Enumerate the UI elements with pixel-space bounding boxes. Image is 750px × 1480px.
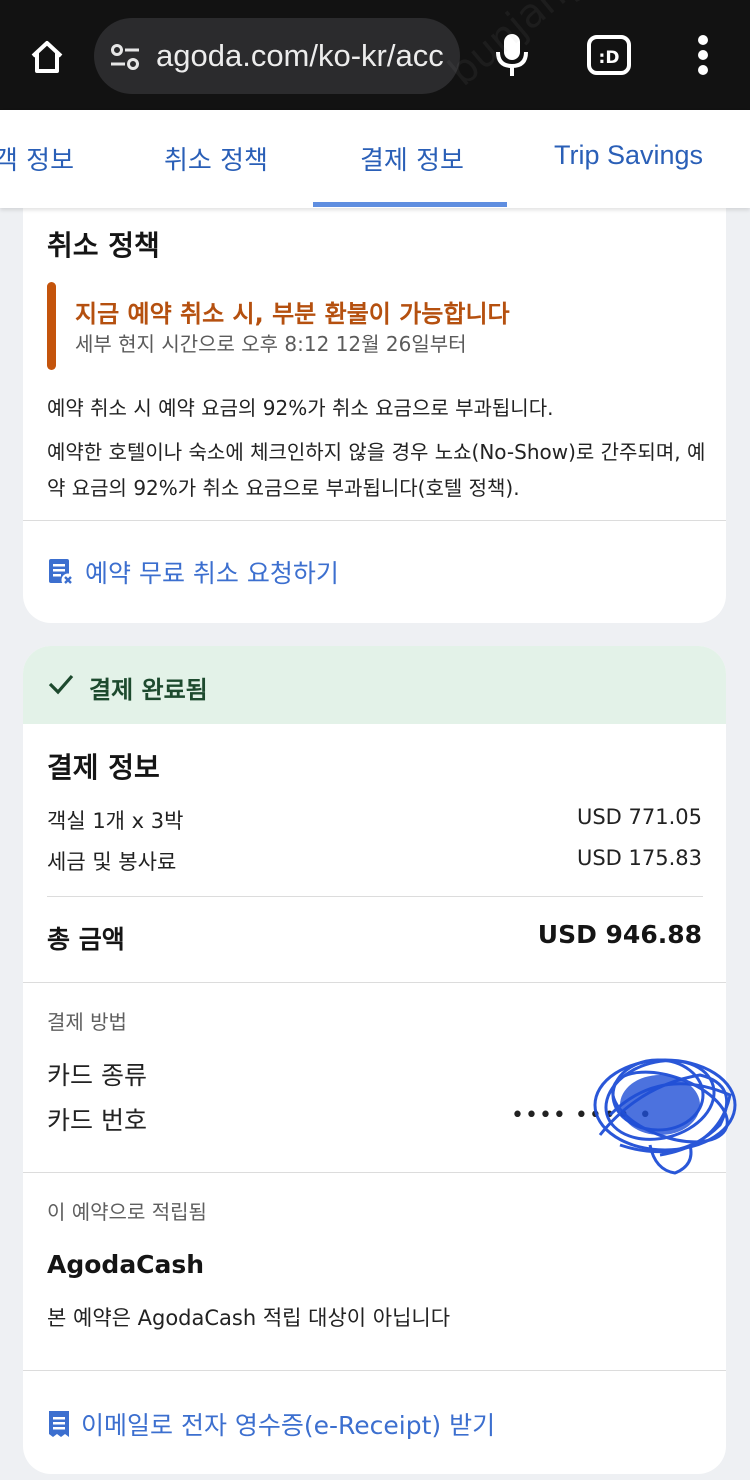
more-vert-icon[interactable]: [686, 32, 720, 78]
tab-payment-info[interactable]: 결제 정보: [360, 140, 464, 177]
total-label: 총 금액: [47, 925, 125, 954]
page-info-icon[interactable]: [108, 40, 142, 74]
room-nights-label: 객실 1개 x 3박: [47, 809, 184, 833]
divider: [23, 982, 726, 983]
active-tab-indicator: [313, 202, 507, 207]
card-number-label: 카드 번호: [47, 1106, 147, 1135]
divider: [23, 1370, 726, 1371]
divider: [47, 896, 703, 897]
cancellation-policy-card: 취소 정책 지금 예약 취소 시, 부분 환불이 가능합니다 세부 현지 시간으…: [23, 190, 726, 623]
tab-switcher-icon[interactable]: :D: [586, 34, 632, 76]
free-cancel-request-link[interactable]: 예약 무료 취소 요청하기: [47, 554, 339, 590]
section-tab-bar: 객 정보 취소 정책 결제 정보 Trip Savings: [0, 110, 750, 208]
payment-status-banner: 결제 완료됨: [23, 646, 726, 724]
redaction-scribble: [593, 1058, 737, 1175]
address-bar[interactable]: agoda.com/ko-kr/acc: [94, 18, 460, 94]
browser-toolbar: agoda.com/ko-kr/acc :D: [0, 0, 750, 110]
refund-notice-date: 세부 현지 시간으로 오후 8:12 12월 26일부터: [75, 332, 467, 356]
check-icon: [48, 674, 74, 695]
cancellation-title: 취소 정책: [47, 229, 160, 262]
no-show-policy-text: 예약한 호텔이나 숙소에 체크인하지 않을 경우 노쇼(No-Show)로 간주…: [47, 440, 706, 500]
total-value: USD 946.88: [537, 920, 702, 949]
free-cancel-link-text[interactable]: 예약 무료 취소 요청하기: [85, 554, 339, 590]
home-icon: [31, 41, 63, 73]
tab-count: :D: [599, 48, 620, 68]
notice-accent-bar: [47, 282, 56, 370]
cancel-receipt-icon: [49, 559, 75, 587]
agodacash-note: 본 예약은 AgodaCash 적립 대상이 아닙니다: [47, 1306, 451, 1330]
refund-notice-title: 지금 예약 취소 시, 부분 환불이 가능합니다: [75, 300, 510, 328]
email-receipt-link[interactable]: 이메일로 전자 영수증(e-Receipt) 받기: [47, 1406, 495, 1442]
tax-label: 세금 및 봉사료: [47, 850, 177, 874]
mic-icon[interactable]: [490, 32, 534, 78]
room-nights-value: USD 771.05: [576, 805, 702, 829]
home-button[interactable]: [18, 28, 76, 86]
tab-cancellation-policy[interactable]: 취소 정책: [164, 140, 268, 177]
cancellation-fee-text: 예약 취소 시 예약 요금의 92%가 취소 요금으로 부과됩니다.: [47, 396, 554, 420]
card-type-label: 카드 종류: [47, 1061, 147, 1090]
tax-value: USD 175.83: [576, 846, 702, 870]
payment-title: 결제 정보: [47, 751, 160, 784]
receipt-icon: [49, 1411, 69, 1437]
agodacash-label: AgodaCash: [47, 1250, 205, 1279]
rewards-heading: 이 예약으로 적립됨: [47, 1200, 207, 1224]
divider: [23, 520, 726, 521]
tab-guest-info[interactable]: 객 정보: [0, 140, 74, 177]
url-text[interactable]: agoda.com/ko-kr/acc: [156, 38, 456, 74]
tab-trip-savings[interactable]: Trip Savings: [554, 140, 703, 171]
email-receipt-link-text[interactable]: 이메일로 전자 영수증(e-Receipt) 받기: [81, 1406, 495, 1442]
payment-status-text: 결제 완료됨: [89, 676, 208, 704]
payment-method-heading: 결제 방법: [47, 1010, 127, 1034]
